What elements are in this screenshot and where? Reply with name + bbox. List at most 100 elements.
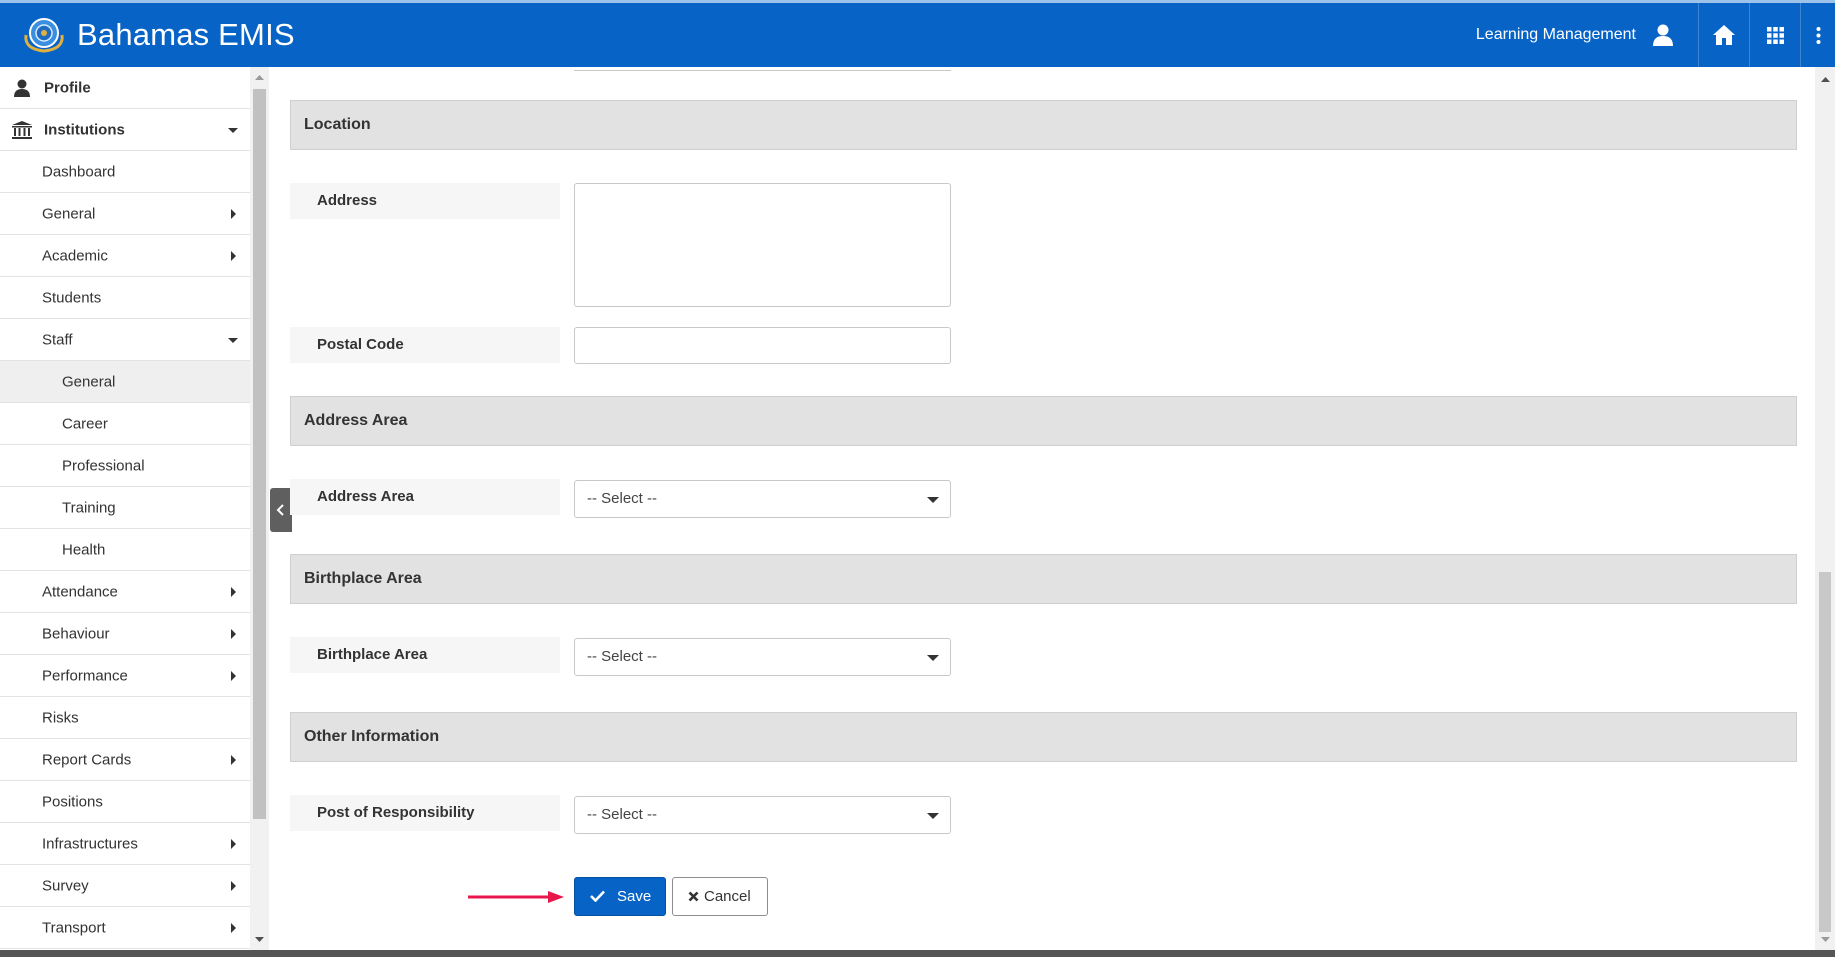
sidebar-item-career[interactable]: Career: [0, 403, 250, 445]
sidebar-item-label: Performance: [42, 667, 128, 684]
chevron-left-icon: [276, 504, 284, 516]
birthplace-area-label: Birthplace Area: [290, 637, 560, 673]
sidebar-item-general[interactable]: General: [0, 193, 250, 235]
sidebar-item-health[interactable]: Health: [0, 529, 250, 571]
main-scrollbar[interactable]: [1815, 67, 1835, 950]
post-of-responsibility-label: Post of Responsibility: [290, 795, 560, 831]
sidebar-item-label: Positions: [42, 793, 103, 810]
apps-grid-icon: [1766, 26, 1784, 44]
caret-right-icon: [231, 838, 236, 849]
section-title: Address Area: [304, 412, 408, 429]
caret-right-icon: [231, 586, 236, 597]
section-birthplace-area: Birthplace Area: [290, 554, 1797, 604]
emis-logo-icon: [24, 18, 64, 53]
scroll-up-icon[interactable]: [255, 73, 264, 82]
more-vertical-icon: [1816, 26, 1820, 44]
sidebar-item-label: Students: [42, 289, 102, 306]
cancel-button-label: Cancel: [704, 888, 751, 905]
scroll-down-icon[interactable]: [255, 935, 264, 944]
cancel-button[interactable]: Cancel: [672, 877, 768, 916]
sidebar-item-training[interactable]: Training: [0, 487, 250, 529]
sidebar-item-label: Survey: [42, 877, 89, 894]
save-button-label: Save: [617, 888, 652, 905]
sidebar-item-label: Behaviour: [42, 625, 110, 642]
caret-down-icon: [228, 127, 238, 133]
sidebar-item-label: Career: [62, 415, 108, 432]
sidebar-item-behaviour[interactable]: Behaviour: [0, 613, 250, 655]
home-icon: [1713, 25, 1735, 45]
sidebar-item-transport[interactable]: Transport: [0, 907, 250, 949]
address-area-label: Address Area: [290, 479, 560, 515]
sidebar-item-professional[interactable]: Professional: [0, 445, 250, 487]
caret-right-icon: [231, 628, 236, 639]
caret-right-icon: [231, 208, 236, 219]
sidebar-item-dashboard[interactable]: Dashboard: [0, 151, 250, 193]
chevron-down-icon: [927, 813, 939, 819]
section-address-area: Address Area: [290, 396, 1797, 446]
scroll-down-icon[interactable]: [1821, 935, 1830, 944]
postal-code-label: Postal Code: [290, 327, 560, 363]
sidebar-scroll-thumb[interactable]: [253, 89, 266, 819]
more-menu-button[interactable]: [1801, 3, 1835, 67]
sidebar-collapse-button[interactable]: [270, 488, 292, 532]
sidebar-item-survey[interactable]: Survey: [0, 865, 250, 907]
sidebar-item-label: Health: [62, 541, 106, 558]
main-scroll-thumb[interactable]: [1819, 572, 1831, 932]
section-location: Location: [290, 100, 1797, 150]
sidebar-item-label: Academic: [42, 247, 108, 264]
sidebar-item-profile[interactable]: Profile: [0, 67, 250, 109]
sidebar-item-label: Profile: [44, 79, 91, 96]
user-icon: [14, 79, 30, 97]
sidebar-scrollbar[interactable]: [250, 67, 269, 950]
close-icon: [688, 891, 699, 902]
window-bottom-edge: [0, 950, 1835, 957]
sidebar-item-students[interactable]: Students: [0, 277, 250, 319]
sidebar-item-staff[interactable]: Staff: [0, 319, 250, 361]
institution-icon: [12, 120, 32, 139]
sidebar-item-infrastructures[interactable]: Infrastructures: [0, 823, 250, 865]
sidebar-item-institutions[interactable]: Institutions: [0, 109, 250, 151]
sidebar-item-label: Transport: [42, 919, 106, 936]
address-area-select[interactable]: -- Select --: [574, 480, 951, 518]
caret-right-icon: [231, 754, 236, 765]
select-value: -- Select --: [587, 490, 658, 507]
sidebar-item-label: Training: [62, 499, 116, 516]
home-button[interactable]: [1699, 3, 1749, 67]
chevron-down-icon: [927, 497, 939, 503]
sidebar-item-report-cards[interactable]: Report Cards: [0, 739, 250, 781]
sidebar-item-attendance[interactable]: Attendance: [0, 571, 250, 613]
sidebar-item-academic[interactable]: Academic: [0, 235, 250, 277]
section-title: Location: [304, 116, 371, 133]
sidebar-item-label: Professional: [62, 457, 145, 474]
sidebar-item-label: Attendance: [42, 583, 118, 600]
sidebar-item-label: Report Cards: [42, 751, 132, 768]
apps-button[interactable]: [1750, 3, 1800, 67]
caret-right-icon: [231, 922, 236, 933]
field-label: Address: [317, 192, 378, 209]
app-title[interactable]: Bahamas EMIS: [77, 17, 295, 53]
field-label: Address Area: [317, 488, 414, 505]
sidebar-item-performance[interactable]: Performance: [0, 655, 250, 697]
sidebar-item-staff-general[interactable]: General: [0, 361, 250, 403]
save-button[interactable]: Save: [574, 877, 666, 916]
user-icon[interactable]: [1650, 22, 1676, 48]
sidebar-item-label: General: [42, 205, 96, 222]
section-title: Other Information: [304, 728, 440, 745]
sidebar-item-label: Infrastructures: [42, 835, 138, 852]
sidebar-item-risks[interactable]: Risks: [0, 697, 250, 739]
chevron-down-icon: [927, 655, 939, 661]
module-name[interactable]: Learning Management: [1476, 26, 1636, 44]
field-label: Birthplace Area: [317, 646, 428, 663]
post-of-responsibility-select[interactable]: -- Select --: [574, 796, 951, 834]
section-title: Birthplace Area: [304, 570, 422, 587]
birthplace-area-select[interactable]: -- Select --: [574, 638, 951, 676]
caret-right-icon: [231, 880, 236, 891]
main-content: Location Address Postal Code Address Are…: [290, 67, 1815, 950]
sidebar-item-label: General: [62, 373, 116, 390]
select-value: -- Select --: [587, 806, 658, 823]
address-textarea[interactable]: [574, 183, 951, 307]
sidebar-item-label: Institutions: [44, 121, 125, 138]
postal-code-input[interactable]: [574, 327, 951, 364]
sidebar-item-positions[interactable]: Positions: [0, 781, 250, 823]
scroll-up-icon[interactable]: [1821, 75, 1830, 84]
